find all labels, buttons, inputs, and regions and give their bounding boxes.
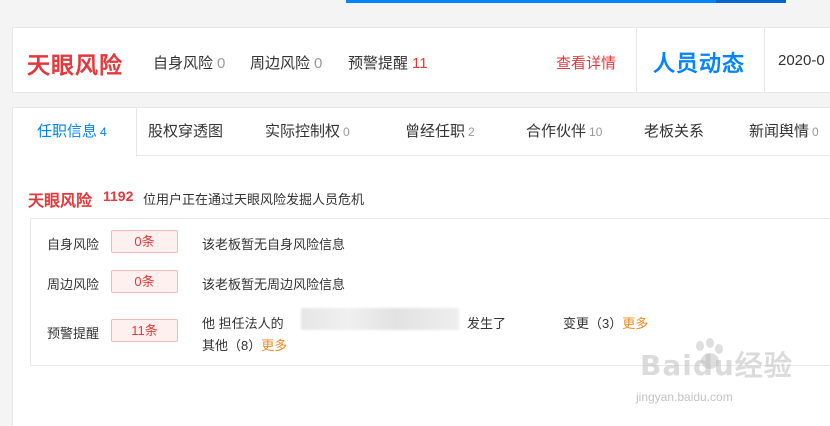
other-label: 其他（8） [202,338,262,353]
tab-count: 2 [468,125,475,139]
search-button-edge[interactable] [716,0,786,3]
warning-label: 预警提醒 [348,55,409,72]
tab-employment-info[interactable]: 任职信息 4 [13,108,137,157]
dynamics-date: 2020-0 [778,52,825,69]
redacted-company-name[interactable] [301,308,459,330]
tab-equity-penetration[interactable]: 股权穿透图 [148,108,223,156]
self-risk-label: 自身风险 [153,55,214,72]
tab-former-positions[interactable]: 曾经任职 2 [405,108,475,156]
surrounding-risk-badge[interactable]: 0条 [111,270,178,293]
warning-text-suffix: 发生了 [467,316,507,331]
risk-summary-strip: 天眼风险 自身风险 0 周边风险 0 预警提醒 11 查看详情 人员动态 2020-0 [12,27,830,93]
watermark-url: jingyan.baidu.com [636,390,733,404]
warning-count: 11 [412,55,428,72]
row-label-warning: 预警提醒 [47,326,100,341]
tab-actual-control[interactable]: 实际控制权 0 [265,108,350,156]
tab-bar: 任职信息 4 股权穿透图 实际控制权 0 曾经任职 2 合作伙伴 10 老板关系 新闻舆… [13,108,830,157]
top-bar [0,0,830,14]
self-risk-summary[interactable]: 自身风险 0 [153,52,225,73]
user-count-description: 位用户正在通过天眼风险发掘人员危机 [143,192,365,207]
surrounding-risk-text: 该老板暂无周边风险信息 [202,277,346,292]
tianyan-risk-small-logo: 天眼风险 [28,193,93,210]
watermark-main-text: Baidu经验 [640,349,793,382]
self-risk-badge[interactable]: 0条 [111,230,178,253]
tab-label: 合作伙伴 [526,123,587,140]
warning-badge[interactable]: 11条 [111,319,178,342]
search-box-edge[interactable] [346,0,786,3]
surrounding-risk-count: 0 [314,55,323,72]
change-more-link[interactable]: 更多 [622,316,648,331]
tab-partners[interactable]: 合作伙伴 10 [526,108,602,156]
self-risk-text: 该老板暂无自身风险信息 [202,237,346,252]
tab-count: 0 [343,125,350,139]
self-risk-count: 0 [217,55,226,72]
other-more-link[interactable]: 更多 [261,338,287,353]
tab-label: 老板关系 [644,123,705,140]
tab-count: 10 [589,125,603,139]
tab-label: 股权穿透图 [148,123,224,140]
change-label: 变更（3） [563,316,623,331]
tab-label: 曾经任职 [405,123,466,140]
tab-label: 实际控制权 [265,123,341,140]
tab-boss-relations[interactable]: 老板关系 [644,108,704,156]
surrounding-risk-summary[interactable]: 周边风险 0 [250,52,322,73]
warning-text-prefix: 他 担任法人的 [202,316,284,331]
change-item: 变更（3）更多 [563,313,648,332]
tab-label: 任职信息 [37,123,98,140]
personnel-dynamics-title[interactable]: 人员动态 [653,46,745,78]
strip-divider [636,28,637,92]
tab-label: 新闻舆情 [749,123,810,140]
other-item: 其他（8）更多 [202,335,287,354]
surrounding-risk-label: 周边风险 [250,55,311,72]
baidu-jingyan-watermark: Baidu经验 jingyan.baidu.com [628,336,808,416]
tab-news[interactable]: 新闻舆情 0 [749,108,819,156]
strip-divider [764,28,765,92]
row-label-self-risk: 自身风险 [47,237,100,252]
tab-count: 0 [812,125,819,139]
row-label-surrounding-risk: 周边风险 [47,277,100,292]
tianyan-risk-logo: 天眼风险 [27,52,123,78]
tab-count: 4 [100,125,107,139]
warning-summary[interactable]: 预警提醒 11 [348,52,428,73]
view-details-link[interactable]: 查看详情 [556,52,616,73]
user-count: 1192 [103,188,134,204]
